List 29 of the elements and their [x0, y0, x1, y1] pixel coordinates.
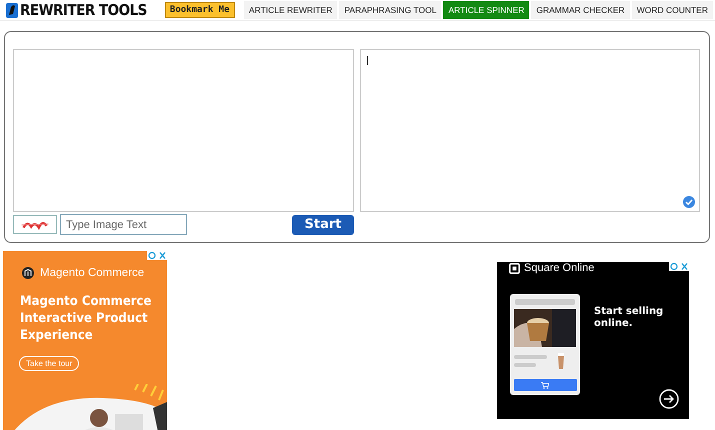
ad-brand: Magento Commerce [40, 267, 144, 279]
nav-tab[interactable]: ARTICLE SPINNER [443, 1, 530, 19]
nav-tab[interactable]: PARAPHRASING TOOL [339, 1, 442, 19]
start-button[interactable]: Start [292, 214, 354, 234]
text-cursor [366, 56, 368, 65]
bookmark-button[interactable]: Bookmark Me [164, 2, 235, 18]
ad-brand: Square Online [524, 262, 594, 274]
nav-tab[interactable]: GRAMMAR CHECKER [531, 1, 630, 19]
cart-button[interactable] [514, 379, 576, 391]
nav-tab[interactable]: WORD COUNTER [632, 1, 713, 19]
ad-choices-icon[interactable] [147, 251, 167, 260]
logo-icon [6, 2, 18, 18]
site-logo[interactable]: REWRITER TOOLS [20, 1, 147, 19]
check-icon [683, 196, 695, 208]
ad-headline: Magento Commerce Interactive Product Experience [20, 293, 152, 344]
input-text-area[interactable] [13, 49, 354, 212]
square-logo-icon [509, 262, 520, 274]
advertisement[interactable]: Square Online Start selling online. [497, 262, 689, 419]
nav-tab[interactable]: ARTICLE REWRITER [244, 1, 338, 19]
placeholder-line [514, 363, 536, 367]
cart-icon [541, 382, 549, 388]
ad-choices-icon[interactable] [669, 262, 689, 271]
coffee-cup-icon [557, 353, 565, 369]
address-bar [515, 299, 575, 305]
magento-logo-icon [22, 267, 34, 279]
captcha-input-field[interactable]: Type Image Text [60, 214, 187, 235]
placeholder-line [514, 355, 547, 359]
output-text-area[interactable] [360, 49, 700, 212]
ad-headline: Start selling online. [594, 306, 664, 331]
